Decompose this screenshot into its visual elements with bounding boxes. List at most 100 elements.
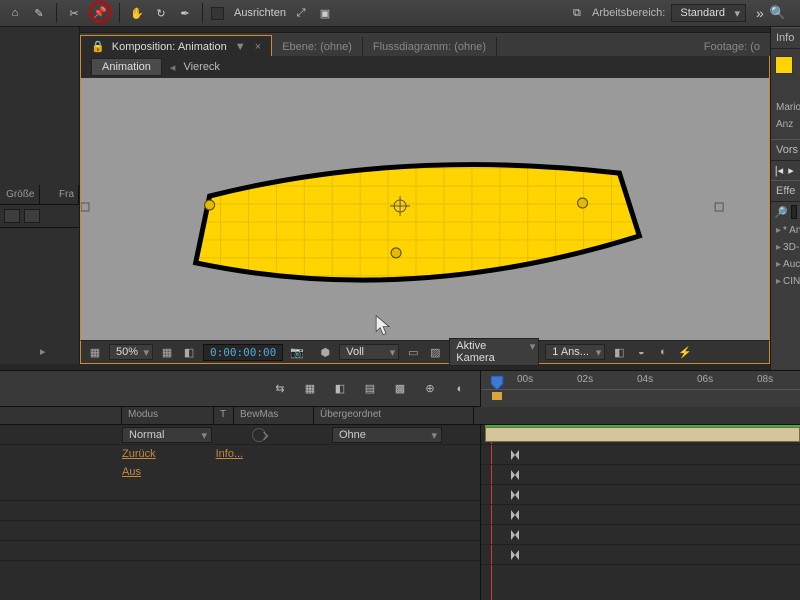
viewer-footer: ▦ 50% ▦ ◧ 0:00:00:00 📷 ⬢ Voll ▭ ▨ Aktive… — [80, 340, 770, 364]
grid-icon[interactable]: ▦ — [87, 344, 103, 360]
col-frame[interactable]: Fra — [40, 185, 80, 204]
fit-icon[interactable]: ▣ — [316, 4, 334, 22]
timeline-tracks[interactable] — [480, 425, 800, 600]
search-icon[interactable]: 🔍 — [770, 5, 786, 21]
tab-layer[interactable]: Ebene: (ohne) — [272, 37, 363, 56]
rgb-icon[interactable]: ⬢ — [317, 344, 333, 360]
project-icon-2[interactable] — [24, 209, 40, 223]
preset-3[interactable]: Auc... — [783, 259, 800, 270]
keyframe-icon[interactable] — [511, 490, 519, 500]
mask-icon[interactable]: ◧ — [611, 344, 627, 360]
breadcrumb-item[interactable]: Viereck — [183, 61, 219, 73]
blend-mode-dropdown[interactable]: Normal — [122, 427, 212, 443]
collapse-arrow-icon[interactable]: ▸ — [40, 345, 46, 358]
timeline-toolbar: ⇆ ▦ ◧ ▤ ▩ ⊕ ◐ ⬡ 00s 02s 04s 06s 08s — [0, 371, 800, 407]
tab-composition[interactable]: 🔒 Komposition: Animation ▼ × — [80, 35, 272, 56]
right-panels: Info Mario Anz Vors |◂ ▸ Effe 🔎 ▸* An...… — [770, 27, 800, 372]
resolution-dropdown[interactable]: Voll — [339, 344, 399, 360]
tl-tool-3[interactable]: ◧ — [330, 379, 350, 399]
keyframe-icon[interactable] — [511, 470, 519, 480]
tl-tool-7[interactable]: ◐ — [450, 379, 470, 399]
preset-2[interactable]: 3D-... — [783, 242, 800, 253]
keyframe-icon[interactable] — [511, 530, 519, 540]
prop-info-link[interactable]: Info... — [216, 448, 244, 460]
lightning-icon[interactable]: ⚡ — [677, 344, 693, 360]
res-icon-1[interactable]: ▦ — [159, 344, 175, 360]
tab-flowchart[interactable]: Flussdiagramm: (ohne) — [363, 37, 497, 56]
align-checkbox[interactable] — [211, 7, 224, 20]
preset-4[interactable]: CIN... — [783, 276, 800, 287]
keyframe-icon[interactable] — [511, 450, 519, 460]
tool-icon-2[interactable]: ✎ — [30, 4, 48, 22]
tl-tool-1[interactable]: ⇆ — [270, 379, 290, 399]
preset-1[interactable]: * An... — [783, 225, 800, 236]
search-icon[interactable]: 🔎 — [774, 206, 788, 219]
layer-row-1[interactable]: Normal Ohne — [0, 425, 480, 445]
zoom-dropdown[interactable]: 50% — [109, 344, 153, 360]
camera-dropdown[interactable]: Aktive Kamera — [449, 338, 539, 366]
layer-bar[interactable] — [485, 427, 800, 442]
project-icon-1[interactable] — [4, 209, 20, 223]
camera-icon[interactable]: 📷 — [289, 344, 305, 360]
tab-footage[interactable]: Footage: (o — [694, 37, 770, 56]
panel-effects[interactable]: Effe — [771, 180, 800, 202]
panel-info[interactable]: Info — [771, 27, 800, 49]
col-parent[interactable]: Übergeordnet — [314, 407, 474, 424]
project-panel-edge: Größe Fra ▸ — [0, 27, 80, 364]
prop-off-link[interactable]: Aus — [122, 466, 141, 478]
breadcrumb-sep-icon: ◂ — [170, 61, 176, 74]
keyframe-icon[interactable] — [511, 510, 519, 520]
link-icon[interactable]: ⧉ — [568, 4, 586, 22]
panel-preview[interactable]: Vors — [771, 139, 800, 161]
tl-tool-4[interactable]: ▤ — [360, 379, 380, 399]
tick-4: 08s — [757, 374, 773, 385]
close-icon[interactable]: × — [255, 41, 261, 53]
panel-expand-icon[interactable]: » — [756, 5, 764, 21]
parent-dropdown[interactable]: Ohne — [332, 427, 442, 443]
render-icon-3[interactable]: ◒ — [633, 344, 649, 360]
prev-frame-icon[interactable]: |◂ — [774, 164, 784, 177]
workspace-label: Arbeitsbereich: — [592, 7, 665, 19]
alpha-icon[interactable]: ▨ — [427, 344, 443, 360]
tv-icon[interactable]: ▭ — [405, 344, 421, 360]
time-ruler[interactable]: 00s 02s 04s 06s 08s — [480, 371, 800, 407]
hand-tool-icon[interactable]: ✋ — [128, 4, 146, 22]
pickwhip-icon[interactable] — [252, 428, 266, 442]
timecode[interactable]: 0:00:00:00 — [203, 344, 283, 361]
col-trkmat[interactable]: BewMas — [234, 407, 314, 424]
tab-dropdown-icon[interactable]: ▼ — [235, 41, 246, 53]
col-size[interactable]: Größe — [0, 185, 40, 204]
panel-tabs: 🔒 Komposition: Animation ▼ × Ebene: (ohn… — [80, 32, 770, 56]
tick-1: 02s — [577, 374, 593, 385]
breadcrumb-active[interactable]: Animation — [91, 58, 162, 76]
tick-0: 00s — [517, 374, 533, 385]
lock-icon: 🔒 — [91, 41, 105, 53]
prop-back-link[interactable]: Zurück — [122, 448, 156, 460]
col-mode[interactable]: Modus — [122, 407, 214, 424]
info-row1: Mario — [771, 99, 800, 116]
render-icon-4[interactable]: ◐ — [655, 344, 671, 360]
play-icon[interactable]: ▸ — [786, 164, 796, 177]
align-label: Ausrichten — [234, 7, 286, 19]
puppet-pin-tool-highlighted[interactable]: 📌 — [89, 1, 111, 23]
tl-tool-5[interactable]: ▩ — [390, 379, 410, 399]
tick-3: 06s — [697, 374, 713, 385]
tool-icon-1[interactable]: ⌂ — [6, 4, 24, 22]
info-row2: Anz — [771, 116, 800, 133]
pen-tool-icon[interactable]: ✒ — [176, 4, 194, 22]
composition-viewer[interactable] — [80, 78, 770, 340]
keyframe-icon[interactable] — [511, 550, 519, 560]
snap-icon[interactable]: ⤢ — [292, 4, 310, 22]
col-t[interactable]: T — [214, 407, 234, 424]
workspace-dropdown[interactable]: Standard — [671, 4, 746, 22]
tool-icon-3[interactable]: ✂ — [65, 4, 83, 22]
rotate-tool-icon[interactable]: ↻ — [152, 4, 170, 22]
timeline-panel: ⇆ ▦ ◧ ▤ ▩ ⊕ ◐ ⬡ 00s 02s 04s 06s 08s Modu… — [0, 370, 800, 600]
views-dropdown[interactable]: 1 Ans... — [545, 344, 605, 360]
timeline-columns: Modus T BewMas Übergeordnet — [0, 407, 800, 425]
effects-search[interactable] — [791, 205, 797, 219]
res-icon-2[interactable]: ◧ — [181, 344, 197, 360]
tl-tool-6[interactable]: ⊕ — [420, 379, 440, 399]
tl-tool-2[interactable]: ▦ — [300, 379, 320, 399]
tab-comp-prefix: Komposition: — [112, 41, 176, 53]
